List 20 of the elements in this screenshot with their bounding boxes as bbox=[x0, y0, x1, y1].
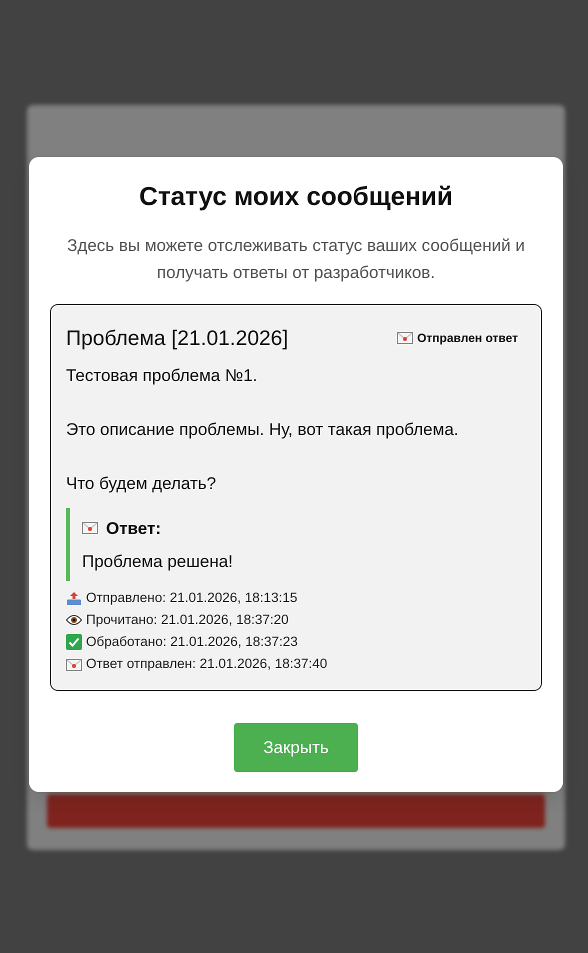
outbox-tray-icon bbox=[66, 590, 82, 605]
dialog-description: Здесь вы можете отслеживать статус ваших сообщений и получать ответы от разработчиков. bbox=[66, 235, 526, 284]
message-text: Это описание проблемы. Ну, вот такая проблема. bbox=[66, 419, 460, 442]
envelope-icon bbox=[82, 522, 98, 534]
answer-text: Проблема решена! bbox=[82, 551, 234, 574]
checkmark-icon bbox=[66, 634, 82, 650]
status-label: Отправлен ответ bbox=[417, 330, 518, 348]
envelope-icon bbox=[397, 332, 414, 344]
dialog-title: Статус моих сообщений bbox=[138, 181, 454, 212]
history-entry: Прочитано: 21.01.2026, 18:37:20 bbox=[86, 610, 289, 629]
history-entry: Отправлено: 21.01.2026, 18:13:15 bbox=[86, 588, 298, 607]
message-title: Проблема [21.01.2026] bbox=[66, 326, 288, 352]
history-entry: Ответ отправлен: 21.01.2026, 18:37:40 bbox=[86, 655, 328, 674]
close-button[interactable]: Закрыть bbox=[234, 722, 358, 772]
answer-label: Ответ: bbox=[106, 518, 161, 540]
history-entry: Обработано: 21.01.2026, 18:37:23 bbox=[86, 633, 298, 652]
message-text: Что будем делать? bbox=[66, 473, 218, 496]
eye-icon bbox=[66, 614, 82, 626]
envelope-icon bbox=[66, 658, 82, 671]
message-text: Тестовая проблема №1. bbox=[66, 365, 258, 388]
